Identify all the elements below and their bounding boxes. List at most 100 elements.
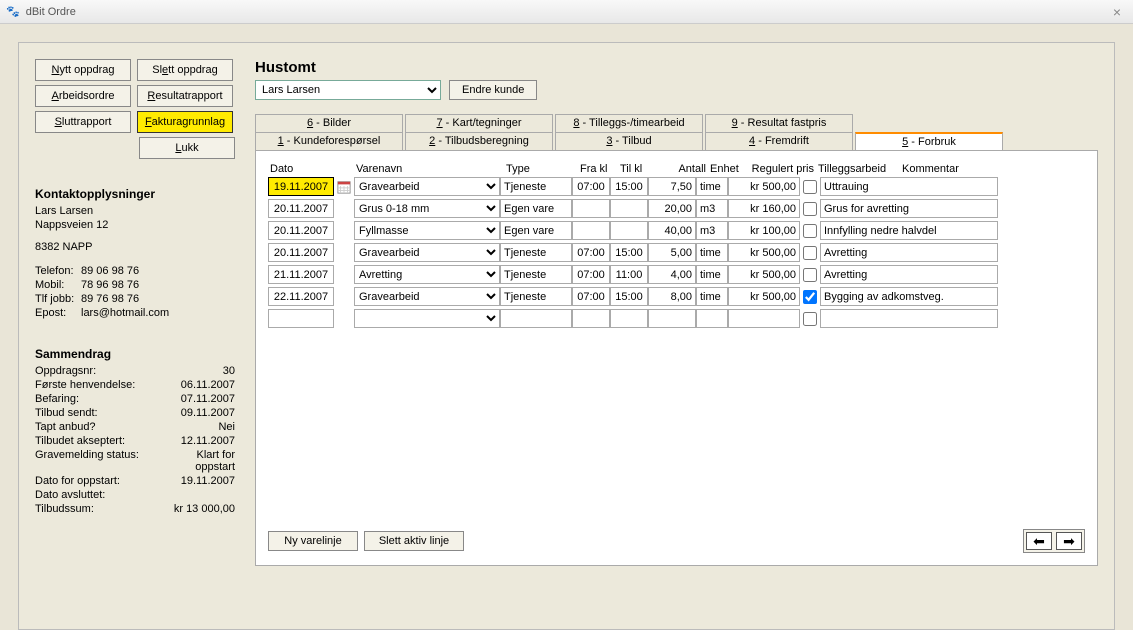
extra-work-checkbox[interactable] xyxy=(803,224,817,238)
date-input[interactable] xyxy=(268,265,334,284)
extra-work-checkbox[interactable] xyxy=(803,290,817,304)
new-line-button[interactable]: Ny varelinje xyxy=(268,531,358,551)
unit-input[interactable] xyxy=(696,243,728,262)
item-select[interactable]: Gravearbeid xyxy=(354,177,500,196)
qty-input[interactable] xyxy=(648,287,696,306)
tab-kundeforesprsel[interactable]: 1 - Kundeforespørsel xyxy=(255,132,403,151)
qty-input[interactable] xyxy=(648,243,696,262)
unit-input[interactable] xyxy=(696,177,728,196)
change-customer-button[interactable]: Endre kunde xyxy=(449,80,537,100)
hdr-frakl: Fra kl xyxy=(578,163,618,175)
to-time-input[interactable] xyxy=(610,309,648,328)
type-input[interactable] xyxy=(500,287,572,306)
to-time-input[interactable] xyxy=(610,265,648,284)
comment-input[interactable] xyxy=(820,199,998,218)
date-input[interactable] xyxy=(268,177,334,196)
type-input[interactable] xyxy=(500,265,572,284)
comment-input[interactable] xyxy=(820,177,998,196)
tab-resultatfastpris[interactable]: 9 - Resultat fastpris xyxy=(705,114,853,133)
tab-tilbud[interactable]: 3 - Tilbud xyxy=(555,132,703,151)
to-time-input[interactable] xyxy=(610,243,648,262)
item-select[interactable]: Grus 0-18 mm xyxy=(354,199,500,218)
unit-input[interactable] xyxy=(696,221,728,240)
price-input[interactable] xyxy=(728,265,800,284)
item-select[interactable]: Avretting xyxy=(354,265,500,284)
close-icon[interactable]: × xyxy=(1107,4,1127,20)
new-order-button[interactable]: Nytt oppdrag xyxy=(35,59,131,81)
from-time-input[interactable] xyxy=(572,287,610,306)
unit-input[interactable] xyxy=(696,265,728,284)
main-panel: Hustomt Lars Larsen Endre kunde 6 - Bild… xyxy=(255,59,1098,613)
price-input[interactable] xyxy=(728,309,800,328)
to-time-input[interactable] xyxy=(610,287,648,306)
type-input[interactable] xyxy=(500,177,572,196)
finalreport-button[interactable]: Sluttrapport xyxy=(35,111,131,133)
extra-work-checkbox[interactable] xyxy=(803,246,817,260)
item-select[interactable]: Gravearbeid xyxy=(354,287,500,306)
summary-value: 07.11.2007 xyxy=(181,393,235,405)
unit-input[interactable] xyxy=(696,287,728,306)
date-input[interactable] xyxy=(268,287,334,306)
resultreport-button[interactable]: Resultatrapport xyxy=(137,85,233,107)
tab-bilder[interactable]: 6 - Bilder xyxy=(255,114,403,133)
extra-work-checkbox[interactable] xyxy=(803,202,817,216)
tab-tilbudsberegning[interactable]: 2 - Tilbudsberegning xyxy=(405,132,553,151)
next-arrow-button[interactable]: ➡ xyxy=(1056,532,1082,550)
tab-tilleggstimearbeid[interactable]: 8 - Tilleggs-/timearbeid xyxy=(555,114,703,133)
extra-work-checkbox[interactable] xyxy=(803,180,817,194)
type-input[interactable] xyxy=(500,309,572,328)
item-select[interactable]: Fyllmasse xyxy=(354,221,500,240)
extra-work-checkbox[interactable] xyxy=(803,268,817,282)
tab-karttegninger[interactable]: 7 - Kart/tegninger xyxy=(405,114,553,133)
date-input[interactable] xyxy=(268,309,334,328)
unit-input[interactable] xyxy=(696,309,728,328)
qty-input[interactable] xyxy=(648,177,696,196)
prev-arrow-button[interactable]: ⬅ xyxy=(1026,532,1052,550)
summary-value: Nei xyxy=(218,421,235,433)
price-input[interactable] xyxy=(728,287,800,306)
extra-work-checkbox[interactable] xyxy=(803,312,817,326)
close-button[interactable]: Lukk xyxy=(139,137,235,159)
comment-input[interactable] xyxy=(820,221,998,240)
delete-line-button[interactable]: Slett aktiv linje xyxy=(364,531,464,551)
item-select[interactable]: Gravearbeid xyxy=(354,243,500,262)
date-input[interactable] xyxy=(268,221,334,240)
type-input[interactable] xyxy=(500,199,572,218)
from-time-input[interactable] xyxy=(572,221,610,240)
tab-fremdrift[interactable]: 4 - Fremdrift xyxy=(705,132,853,151)
comment-input[interactable] xyxy=(820,309,998,328)
item-select[interactable] xyxy=(354,309,500,328)
qty-input[interactable] xyxy=(648,265,696,284)
date-input[interactable] xyxy=(268,243,334,262)
workorder-button[interactable]: Arbeidsordre xyxy=(35,85,131,107)
comment-input[interactable] xyxy=(820,265,998,284)
date-input[interactable] xyxy=(268,199,334,218)
type-input[interactable] xyxy=(500,221,572,240)
qty-input[interactable] xyxy=(648,309,696,328)
price-input[interactable] xyxy=(728,243,800,262)
from-time-input[interactable] xyxy=(572,177,610,196)
price-input[interactable] xyxy=(728,199,800,218)
to-time-input[interactable] xyxy=(610,221,648,240)
tab-forbruk[interactable]: 5 - Forbruk xyxy=(855,132,1003,151)
from-time-input[interactable] xyxy=(572,199,610,218)
delete-order-button[interactable]: Slett oppdrag xyxy=(137,59,233,81)
from-time-input[interactable] xyxy=(572,265,610,284)
comment-input[interactable] xyxy=(820,287,998,306)
customer-select[interactable]: Lars Larsen xyxy=(255,80,441,100)
type-input[interactable] xyxy=(500,243,572,262)
qty-input[interactable] xyxy=(648,221,696,240)
qty-input[interactable] xyxy=(648,199,696,218)
from-time-input[interactable] xyxy=(572,243,610,262)
to-time-input[interactable] xyxy=(610,177,648,196)
comment-input[interactable] xyxy=(820,243,998,262)
to-time-input[interactable] xyxy=(610,199,648,218)
price-input[interactable] xyxy=(728,177,800,196)
from-time-input[interactable] xyxy=(572,309,610,328)
price-input[interactable] xyxy=(728,221,800,240)
summary-value: 30 xyxy=(223,365,235,377)
invoice-button[interactable]: Fakturagrunnlag xyxy=(137,111,233,133)
calendar-icon[interactable] xyxy=(336,179,352,195)
unit-input[interactable] xyxy=(696,199,728,218)
hdr-kommentar: Kommentar xyxy=(900,163,1080,175)
